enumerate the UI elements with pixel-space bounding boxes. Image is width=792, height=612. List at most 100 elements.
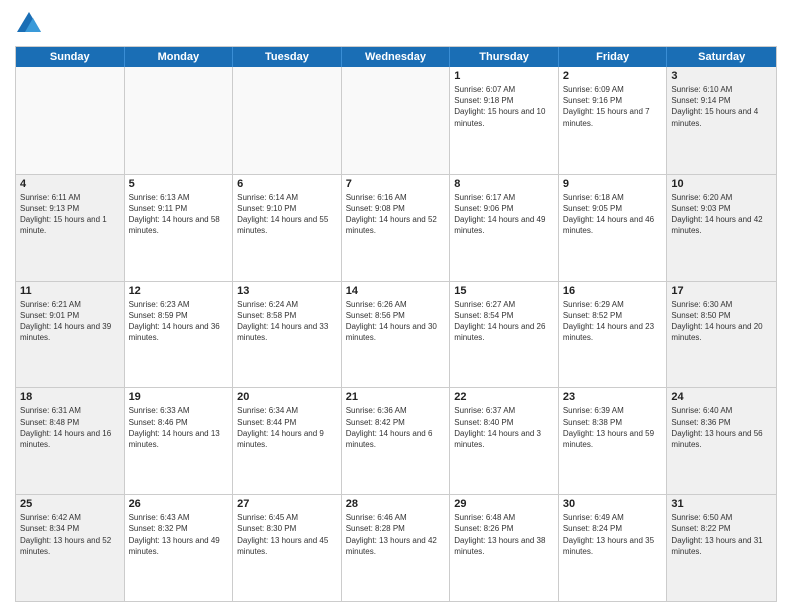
day-number: 23 (563, 391, 663, 403)
day-cell-12: 12 Sunrise: 6:23 AM Sunset: 8:59 PM Dayli… (125, 282, 234, 388)
day-info: Sunrise: 6:34 AM Sunset: 8:44 PM Dayligh… (237, 405, 337, 450)
calendar-header: SundayMondayTuesdayWednesdayThursdayFrid… (16, 47, 776, 67)
day-info: Sunrise: 6:39 AM Sunset: 8:38 PM Dayligh… (563, 405, 663, 450)
header-day-tuesday: Tuesday (233, 47, 342, 67)
day-cell-30: 30 Sunrise: 6:49 AM Sunset: 8:24 PM Dayli… (559, 495, 668, 601)
day-cell-1: 1 Sunrise: 6:07 AM Sunset: 9:18 PM Daylig… (450, 67, 559, 174)
day-cell-25: 25Sunrise: 6:42 AM Sunset: 8:34 PM Dayli… (16, 495, 125, 601)
page: SundayMondayTuesdayWednesdayThursdayFrid… (0, 0, 792, 612)
day-info: Sunrise: 6:24 AM Sunset: 8:58 PM Dayligh… (237, 299, 337, 344)
day-number: 30 (563, 498, 663, 510)
day-number: 28 (346, 498, 446, 510)
day-info: Sunrise: 6:31 AM Sunset: 8:48 PM Dayligh… (20, 405, 120, 450)
day-cell-24: 24 Sunrise: 6:40 AM Sunset: 8:36 PM Dayli… (667, 388, 776, 494)
day-cell-14: 14Sunrise: 6:26 AM Sunset: 8:56 PM Dayli… (342, 282, 451, 388)
day-number: 9 (563, 178, 663, 190)
calendar-row-1: 1 Sunrise: 6:07 AM Sunset: 9:18 PM Daylig… (16, 67, 776, 174)
header-day-monday: Monday (125, 47, 234, 67)
day-cell-29: 29Sunrise: 6:48 AM Sunset: 8:26 PM Dayli… (450, 495, 559, 601)
day-number: 8 (454, 178, 554, 190)
day-number: 12 (129, 285, 229, 297)
day-info: Sunrise: 6:16 AM Sunset: 9:08 PM Dayligh… (346, 192, 446, 237)
empty-cell (16, 67, 125, 174)
day-number: 4 (20, 178, 120, 190)
day-number: 6 (237, 178, 337, 190)
day-info: Sunrise: 6:10 AM Sunset: 9:14 PM Dayligh… (671, 84, 772, 129)
day-number: 24 (671, 391, 772, 403)
day-cell-7: 7 Sunrise: 6:16 AM Sunset: 9:08 PM Daylig… (342, 175, 451, 281)
day-info: Sunrise: 6:45 AM Sunset: 8:30 PM Dayligh… (237, 512, 337, 557)
day-cell-16: 16Sunrise: 6:29 AM Sunset: 8:52 PM Dayli… (559, 282, 668, 388)
day-info: Sunrise: 6:23 AM Sunset: 8:59 PM Dayligh… (129, 299, 229, 344)
day-info: Sunrise: 6:17 AM Sunset: 9:06 PM Dayligh… (454, 192, 554, 237)
day-number: 17 (671, 285, 772, 297)
day-info: Sunrise: 6:07 AM Sunset: 9:18 PM Dayligh… (454, 84, 554, 129)
day-number: 1 (454, 70, 554, 82)
day-info: Sunrise: 6:18 AM Sunset: 9:05 PM Dayligh… (563, 192, 663, 237)
empty-cell (125, 67, 234, 174)
day-number: 15 (454, 285, 554, 297)
day-number: 22 (454, 391, 554, 403)
calendar: SundayMondayTuesdayWednesdayThursdayFrid… (15, 46, 777, 602)
day-number: 31 (671, 498, 772, 510)
day-cell-26: 26 Sunrise: 6:43 AM Sunset: 8:32 PM Dayli… (125, 495, 234, 601)
day-number: 13 (237, 285, 337, 297)
day-number: 7 (346, 178, 446, 190)
day-info: Sunrise: 6:40 AM Sunset: 8:36 PM Dayligh… (671, 405, 772, 450)
day-number: 14 (346, 285, 446, 297)
calendar-row-5: 25Sunrise: 6:42 AM Sunset: 8:34 PM Dayli… (16, 494, 776, 601)
day-cell-21: 21Sunrise: 6:36 AM Sunset: 8:42 PM Dayli… (342, 388, 451, 494)
day-cell-11: 11 Sunrise: 6:21 AM Sunset: 9:01 PM Dayli… (16, 282, 125, 388)
header-day-saturday: Saturday (667, 47, 776, 67)
day-cell-22: 22Sunrise: 6:37 AM Sunset: 8:40 PM Dayli… (450, 388, 559, 494)
day-cell-10: 10Sunrise: 6:20 AM Sunset: 9:03 PM Dayli… (667, 175, 776, 281)
day-cell-6: 6 Sunrise: 6:14 AM Sunset: 9:10 PM Daylig… (233, 175, 342, 281)
day-number: 25 (20, 498, 120, 510)
day-cell-28: 28 Sunrise: 6:46 AM Sunset: 8:28 PM Dayli… (342, 495, 451, 601)
empty-cell (342, 67, 451, 174)
calendar-row-2: 4 Sunrise: 6:11 AM Sunset: 9:13 PM Daylig… (16, 174, 776, 281)
day-cell-4: 4 Sunrise: 6:11 AM Sunset: 9:13 PM Daylig… (16, 175, 125, 281)
day-info: Sunrise: 6:13 AM Sunset: 9:11 PM Dayligh… (129, 192, 229, 237)
day-number: 29 (454, 498, 554, 510)
day-info: Sunrise: 6:29 AM Sunset: 8:52 PM Dayligh… (563, 299, 663, 344)
day-number: 3 (671, 70, 772, 82)
day-info: Sunrise: 6:33 AM Sunset: 8:46 PM Dayligh… (129, 405, 229, 450)
day-number: 26 (129, 498, 229, 510)
day-number: 11 (20, 285, 120, 297)
day-number: 2 (563, 70, 663, 82)
day-info: Sunrise: 6:46 AM Sunset: 8:28 PM Dayligh… (346, 512, 446, 557)
day-cell-20: 20 Sunrise: 6:34 AM Sunset: 8:44 PM Dayli… (233, 388, 342, 494)
day-cell-5: 5 Sunrise: 6:13 AM Sunset: 9:11 PM Daylig… (125, 175, 234, 281)
day-info: Sunrise: 6:27 AM Sunset: 8:54 PM Dayligh… (454, 299, 554, 344)
day-number: 19 (129, 391, 229, 403)
day-cell-19: 19 Sunrise: 6:33 AM Sunset: 8:46 PM Dayli… (125, 388, 234, 494)
day-info: Sunrise: 6:09 AM Sunset: 9:16 PM Dayligh… (563, 84, 663, 129)
day-info: Sunrise: 6:21 AM Sunset: 9:01 PM Dayligh… (20, 299, 120, 344)
day-cell-3: 3 Sunrise: 6:10 AM Sunset: 9:14 PM Daylig… (667, 67, 776, 174)
header-day-wednesday: Wednesday (342, 47, 451, 67)
day-info: Sunrise: 6:14 AM Sunset: 9:10 PM Dayligh… (237, 192, 337, 237)
day-info: Sunrise: 6:30 AM Sunset: 8:50 PM Dayligh… (671, 299, 772, 344)
day-info: Sunrise: 6:49 AM Sunset: 8:24 PM Dayligh… (563, 512, 663, 557)
logo-icon (15, 10, 43, 38)
day-cell-23: 23 Sunrise: 6:39 AM Sunset: 8:38 PM Dayli… (559, 388, 668, 494)
day-number: 20 (237, 391, 337, 403)
day-cell-31: 31 Sunrise: 6:50 AM Sunset: 8:22 PM Dayli… (667, 495, 776, 601)
day-info: Sunrise: 6:11 AM Sunset: 9:13 PM Dayligh… (20, 192, 120, 237)
day-number: 5 (129, 178, 229, 190)
day-cell-2: 2 Sunrise: 6:09 AM Sunset: 9:16 PM Daylig… (559, 67, 668, 174)
calendar-row-3: 11 Sunrise: 6:21 AM Sunset: 9:01 PM Dayli… (16, 281, 776, 388)
logo (15, 10, 47, 38)
day-number: 21 (346, 391, 446, 403)
day-cell-27: 27Sunrise: 6:45 AM Sunset: 8:30 PM Dayli… (233, 495, 342, 601)
day-number: 10 (671, 178, 772, 190)
calendar-row-4: 18Sunrise: 6:31 AM Sunset: 8:48 PM Dayli… (16, 387, 776, 494)
day-info: Sunrise: 6:50 AM Sunset: 8:22 PM Dayligh… (671, 512, 772, 557)
day-cell-8: 8 Sunrise: 6:17 AM Sunset: 9:06 PM Daylig… (450, 175, 559, 281)
day-cell-17: 17 Sunrise: 6:30 AM Sunset: 8:50 PM Dayli… (667, 282, 776, 388)
day-cell-15: 15 Sunrise: 6:27 AM Sunset: 8:54 PM Dayli… (450, 282, 559, 388)
day-info: Sunrise: 6:43 AM Sunset: 8:32 PM Dayligh… (129, 512, 229, 557)
day-cell-18: 18Sunrise: 6:31 AM Sunset: 8:48 PM Dayli… (16, 388, 125, 494)
day-cell-9: 9 Sunrise: 6:18 AM Sunset: 9:05 PM Daylig… (559, 175, 668, 281)
